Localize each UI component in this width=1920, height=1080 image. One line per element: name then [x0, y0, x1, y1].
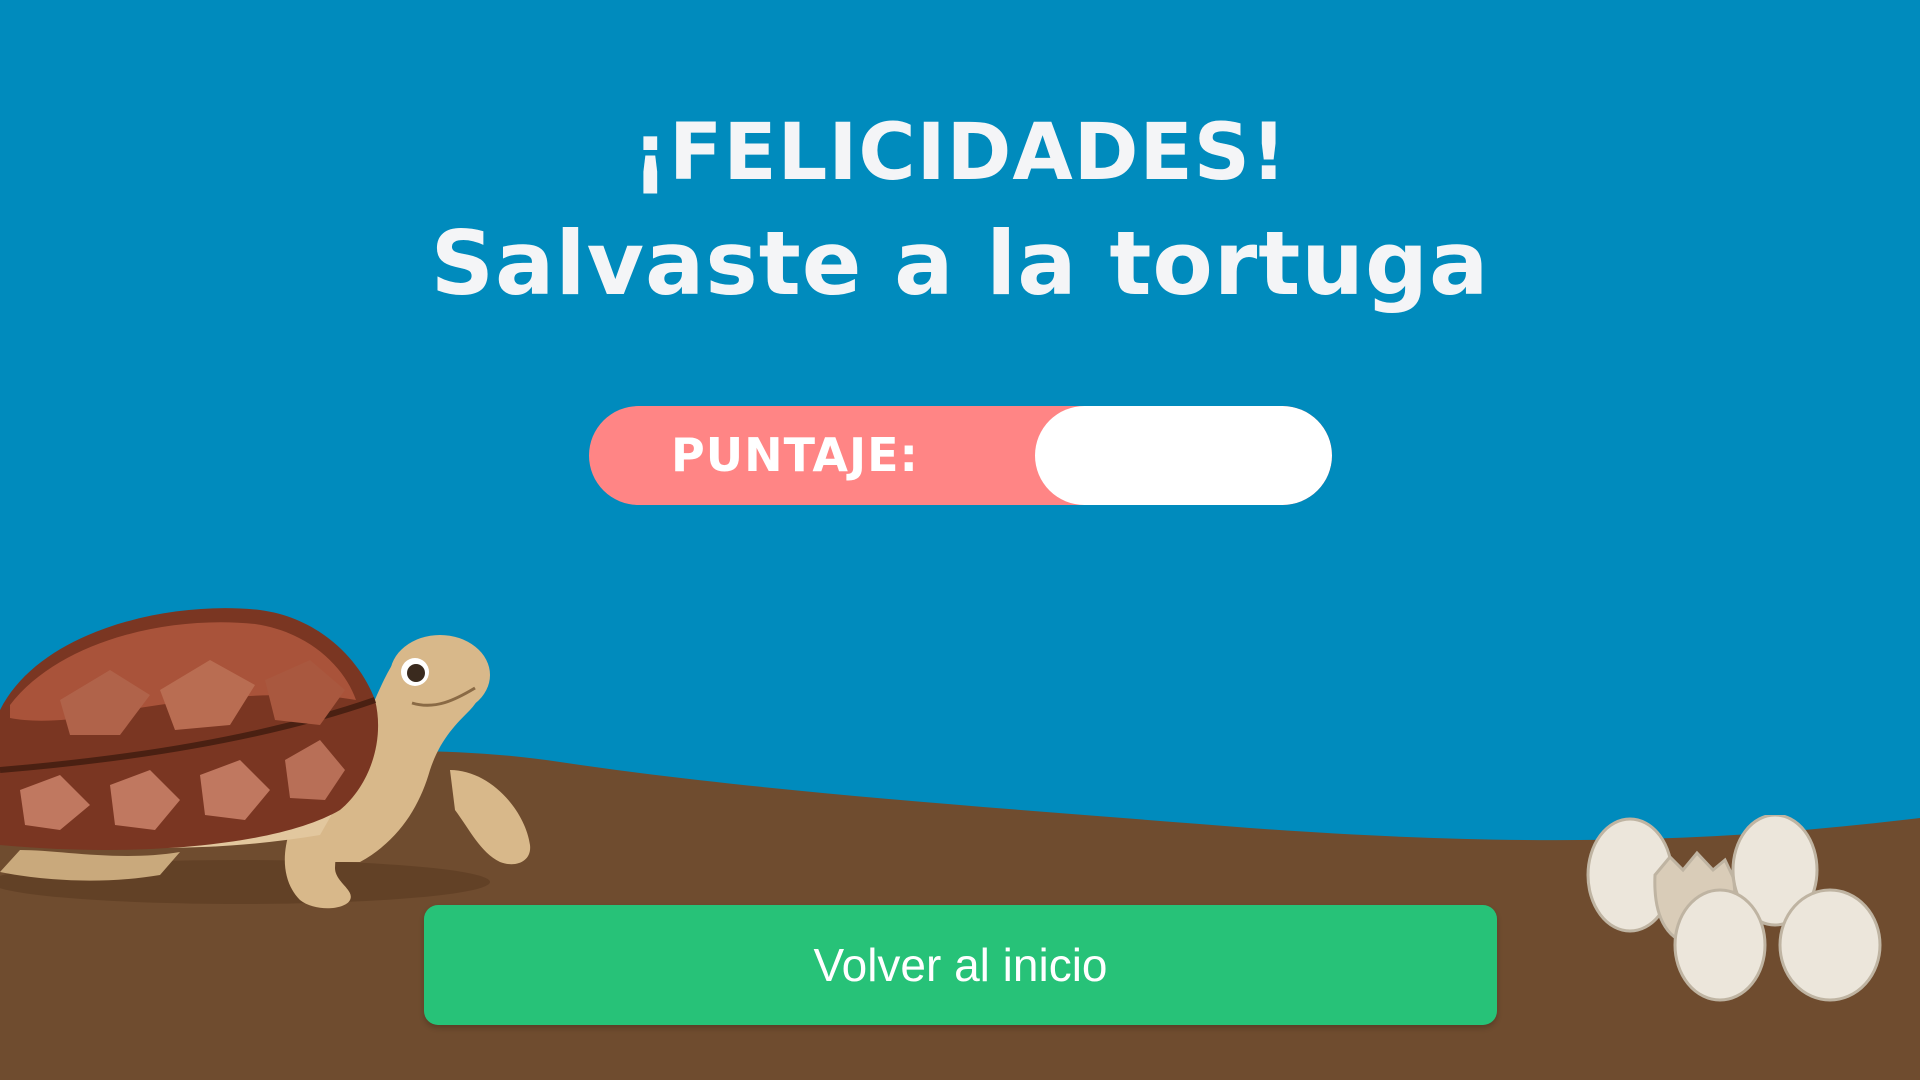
- game-scene: ¡FELICIDADES! Salvaste a la tortuga PUNT…: [0, 0, 1920, 1080]
- egg: [1673, 888, 1767, 1002]
- egg: [1778, 888, 1882, 1002]
- turtle-illustration: [0, 608, 531, 909]
- turtle-front-flipper: [450, 770, 531, 865]
- score-value: [1035, 406, 1332, 505]
- score-label: PUNTAJE:: [671, 428, 919, 482]
- back-to-home-button[interactable]: Volver al inicio: [424, 905, 1497, 1025]
- turtle-back-flipper: [0, 850, 180, 881]
- turtle-eggs-illustration: [1586, 815, 1882, 1002]
- turtle-pupil: [407, 664, 425, 682]
- title-congratulations: ¡FELICIDADES!: [632, 108, 1288, 198]
- title-subtitle: Salvaste a la tortuga: [430, 212, 1490, 315]
- score-bar: PUNTAJE:: [589, 406, 1332, 505]
